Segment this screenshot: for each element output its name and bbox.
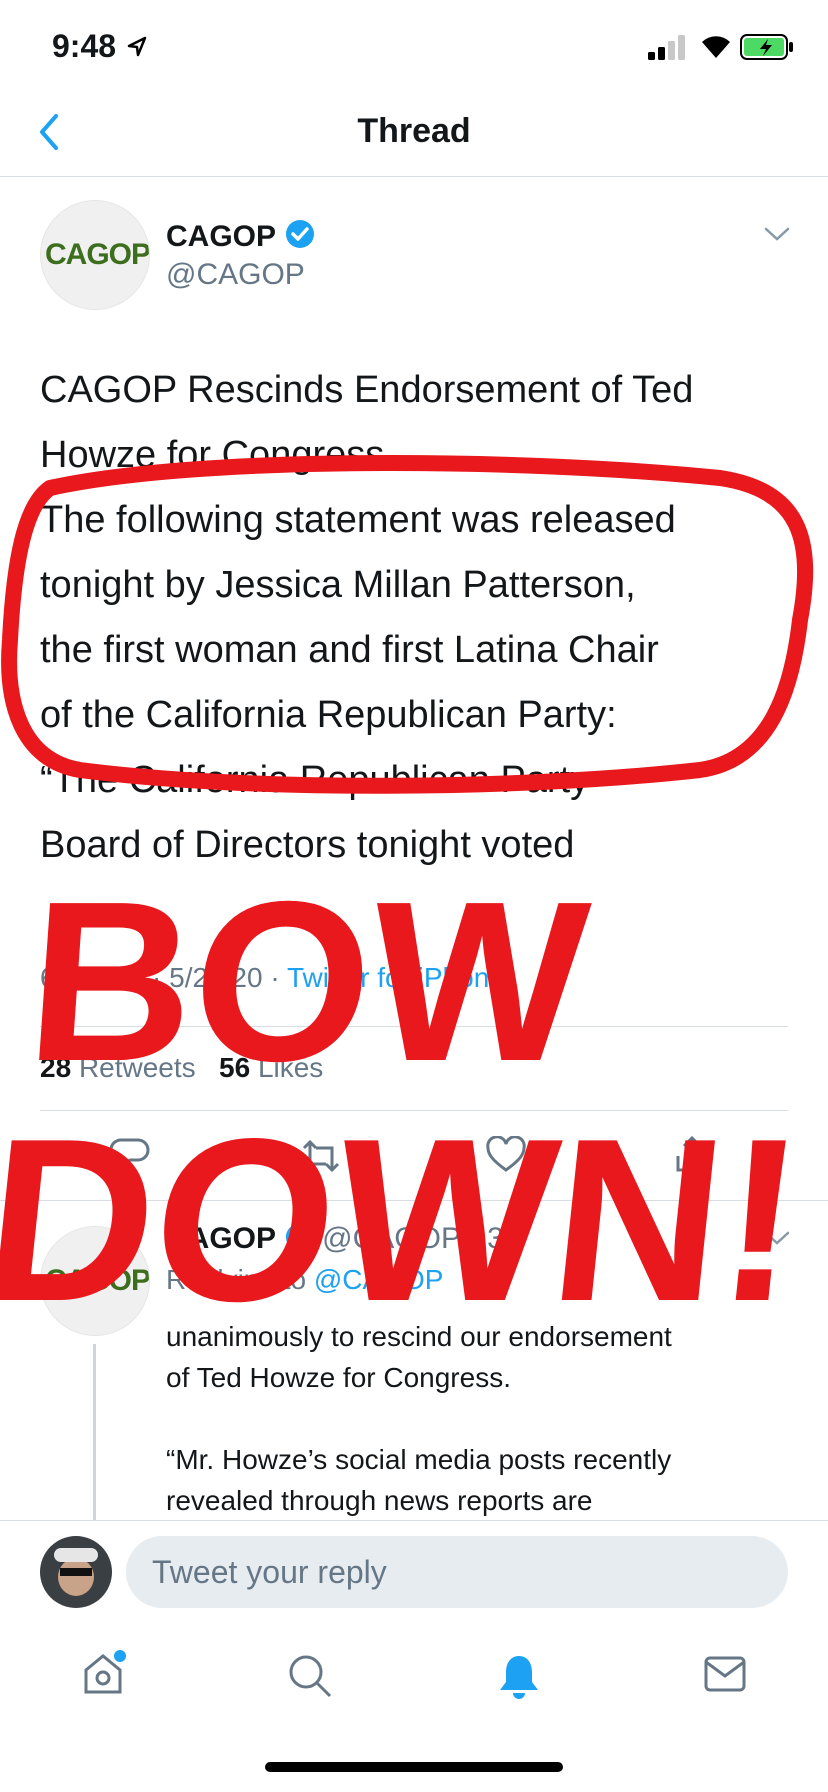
tab-notifications[interactable] xyxy=(496,1652,542,1705)
annotation-overlay: BOW DOWN! xyxy=(0,455,814,1350)
user-avatar[interactable] xyxy=(40,1536,112,1608)
annotation-circle xyxy=(1,455,814,794)
home-indicator xyxy=(265,1762,563,1772)
annotation-text-down: DOWN! xyxy=(0,1091,813,1350)
tab-search[interactable] xyxy=(286,1652,334,1705)
tab-home[interactable] xyxy=(80,1650,126,1703)
tab-messages[interactable] xyxy=(702,1654,748,1701)
messages-icon xyxy=(704,1656,746,1692)
annotation-text-bow: BOW xyxy=(20,854,596,1109)
home-icon xyxy=(84,1650,126,1694)
compose-divider xyxy=(0,1520,828,1521)
reply-input[interactable]: Tweet your reply xyxy=(126,1536,788,1608)
notifications-icon xyxy=(500,1656,538,1699)
search-icon xyxy=(289,1655,332,1698)
